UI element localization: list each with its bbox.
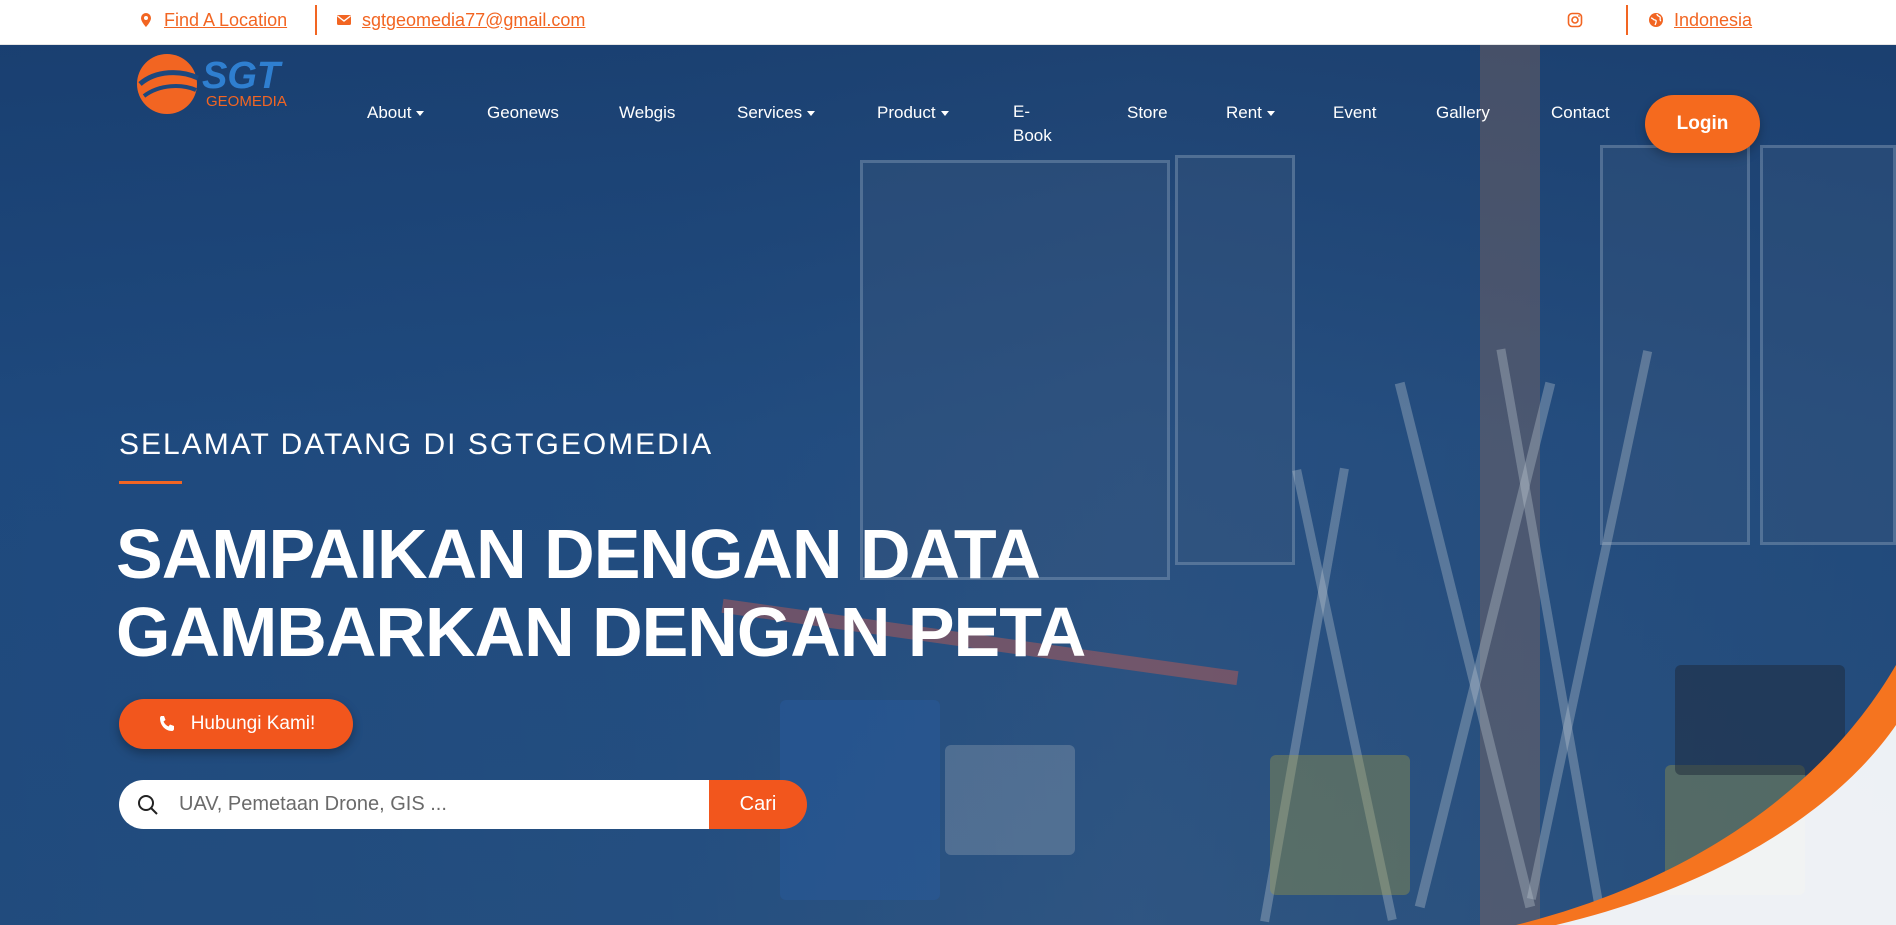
nav-about[interactable]: About	[367, 103, 425, 123]
nav-services[interactable]: Services	[737, 103, 816, 123]
nav-contact-label: Contact	[1551, 103, 1610, 122]
language-selector[interactable]: Indonesia	[1648, 0, 1752, 40]
equipment-case	[945, 745, 1075, 855]
nav-event-label: Event	[1333, 103, 1377, 122]
find-location-link[interactable]: Find A Location	[164, 10, 287, 31]
nav-store[interactable]: Store	[1127, 103, 1168, 123]
caret-down-icon	[416, 111, 425, 116]
caret-down-icon	[807, 111, 816, 116]
search-box	[119, 780, 709, 829]
search-input[interactable]	[179, 793, 679, 816]
hero-headline-line2: GAMBARKAN DENGAN PETA	[116, 593, 1086, 671]
instagram-icon	[1567, 12, 1583, 28]
search-button[interactable]: Cari	[709, 780, 807, 829]
nav-ebook-label-line2: Book	[1013, 126, 1052, 145]
top-bar: Find A Location sgtgeomedia77@gmail.com …	[0, 0, 1896, 45]
caret-down-icon	[940, 111, 949, 116]
nav-about-label: About	[367, 103, 412, 122]
nav-ebook[interactable]: E- Book	[1013, 100, 1052, 148]
topbar-divider	[315, 5, 317, 35]
nav-product[interactable]: Product	[877, 103, 949, 123]
map-pin-icon	[141, 13, 151, 27]
nav-product-label: Product	[877, 103, 936, 122]
background-window	[1175, 155, 1295, 565]
nav-services-label: Services	[737, 103, 803, 122]
globe-icon	[1649, 13, 1663, 27]
logo-subtitle: GEOMEDIA	[206, 93, 287, 110]
sgt-geomedia-logo[interactable]: SGT GEOMEDIA	[136, 48, 296, 118]
nav-gallery[interactable]: Gallery	[1436, 103, 1490, 123]
background-window	[1760, 145, 1896, 545]
nav-ebook-label-line1: E-	[1013, 102, 1030, 121]
phone-icon	[159, 716, 174, 731]
contact-us-button[interactable]: Hubungi Kami!	[119, 699, 353, 749]
contact-us-label: Hubungi Kami!	[190, 713, 316, 734]
envelope-icon	[337, 15, 351, 25]
instagram-link[interactable]	[1567, 0, 1583, 40]
nav-contact[interactable]: Contact	[1551, 103, 1610, 123]
search-icon	[138, 794, 158, 815]
nav-geonews[interactable]: Geonews	[487, 103, 559, 123]
topbar-divider	[1626, 5, 1628, 35]
decorative-swoosh	[1516, 665, 1896, 925]
welcome-heading: SELAMAT DATANG DI SGTGEOMEDIA	[119, 428, 714, 461]
nav-webgis-label: Webgis	[619, 103, 676, 122]
nav-geonews-label: Geonews	[487, 103, 559, 122]
nav-store-label: Store	[1127, 103, 1168, 122]
caret-down-icon	[1266, 111, 1275, 116]
email-link[interactable]: sgtgeomedia77@gmail.com	[362, 10, 585, 31]
welcome-underline	[119, 481, 182, 484]
hero-headline-line1: SAMPAIKAN DENGAN DATA	[116, 515, 1041, 593]
hero-headline: SAMPAIKAN DENGAN DATA GAMBARKAN DENGAN P…	[116, 515, 1086, 671]
logo-text: SGT	[202, 55, 283, 97]
nav-webgis[interactable]: Webgis	[619, 103, 675, 123]
login-button[interactable]: Login	[1645, 95, 1760, 153]
find-location[interactable]: Find A Location	[138, 0, 287, 40]
nav-event[interactable]: Event	[1333, 103, 1376, 123]
nav-rent[interactable]: Rent	[1226, 103, 1275, 123]
nav-gallery-label: Gallery	[1436, 103, 1490, 122]
language-link[interactable]: Indonesia	[1674, 10, 1752, 31]
nav-rent-label: Rent	[1226, 103, 1262, 122]
search-bar: Cari	[119, 780, 807, 829]
email-contact[interactable]: sgtgeomedia77@gmail.com	[336, 0, 585, 40]
